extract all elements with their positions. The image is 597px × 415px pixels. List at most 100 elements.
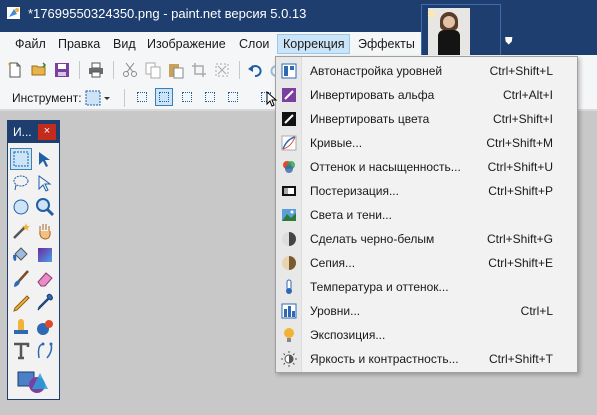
- current-tool-selector[interactable]: [84, 89, 102, 107]
- menu-item-curves[interactable]: Кривые... Ctrl+Shift+M: [276, 131, 577, 155]
- curves-icon: [281, 135, 297, 151]
- paste-icon[interactable]: [167, 61, 185, 79]
- pan-hand-icon[interactable]: [35, 221, 55, 241]
- unsaved-star-icon: ✱: [427, 9, 437, 21]
- paintnet-app-icon: [7, 7, 20, 19]
- menu-item-label: Сепия...: [310, 256, 356, 270]
- posterize-icon: [282, 186, 296, 196]
- menu-file[interactable]: Файл: [10, 34, 51, 54]
- toolbar-separator: [113, 61, 114, 79]
- mouse-cursor-icon: [266, 91, 278, 107]
- paint-bucket-icon[interactable]: [11, 245, 31, 265]
- crop-icon[interactable]: [190, 61, 208, 79]
- clone-stamp-icon[interactable]: [11, 317, 31, 337]
- invert-colors-icon: [282, 112, 296, 126]
- menu-item-label: Автонастройка уровней: [310, 64, 443, 78]
- menu-item-label: Постеризация...: [310, 184, 399, 198]
- selection-mode-intersect[interactable]: [201, 88, 219, 106]
- color-picker-icon[interactable]: [35, 293, 55, 313]
- menu-image[interactable]: Изображение: [142, 34, 231, 54]
- menu-item-hue-saturation[interactable]: Оттенок и насыщенность... Ctrl+Shift+U: [276, 155, 577, 179]
- cut-icon[interactable]: [121, 61, 139, 79]
- deselect-icon[interactable]: [213, 61, 231, 79]
- shield-icon: ⛊: [505, 36, 513, 47]
- adjustments-dropdown-menu: Автонастройка уровней Ctrl+Shift+L Инвер…: [275, 56, 578, 373]
- menu-item-brightness-contrast[interactable]: Яркость и контрастность... Ctrl+Shift+T: [276, 347, 577, 371]
- toolbar-separator: [124, 89, 125, 107]
- title-bar: *17699550324350.png - paint.net версия 5…: [0, 0, 597, 32]
- chevron-down-icon[interactable]: [102, 89, 112, 107]
- text-icon[interactable]: [11, 341, 31, 361]
- print-icon[interactable]: [87, 61, 105, 79]
- hue-saturation-icon: [283, 161, 295, 173]
- menu-item-shortcut: Ctrl+Shift+T: [488, 352, 553, 366]
- menu-item-label: Яркость и контрастность...: [310, 352, 459, 366]
- menu-item-black-white[interactable]: Сделать черно-белым Ctrl+Shift+G: [276, 227, 577, 251]
- new-file-icon[interactable]: [6, 61, 24, 79]
- menu-item-shortcut: Ctrl+Shift+E: [488, 256, 553, 270]
- invert-alpha-icon: [282, 88, 296, 102]
- tools-window: И... ×: [7, 120, 60, 400]
- menu-edit[interactable]: Правка: [53, 34, 105, 54]
- tool-label: Инструмент:: [12, 91, 82, 105]
- menu-effects[interactable]: Эффекты: [353, 34, 420, 54]
- copy-icon[interactable]: [144, 61, 162, 79]
- menu-item-label: Сделать черно-белым: [310, 232, 435, 246]
- selection-mode-xor[interactable]: [224, 88, 242, 106]
- black-white-icon: [282, 232, 296, 246]
- menu-item-shortcut: Ctrl+Shift+L: [489, 64, 553, 78]
- exposure-icon: [284, 328, 294, 342]
- toolbar-separator: [79, 61, 80, 79]
- lasso-select-icon[interactable]: [11, 173, 31, 193]
- auto-level-icon: [281, 63, 297, 79]
- menu-item-label: Температура и оттенок...: [310, 280, 449, 294]
- menu-item-label: Экспозиция...: [310, 328, 386, 342]
- menu-item-invert-colors[interactable]: Инвертировать цвета Ctrl+Shift+I: [276, 107, 577, 131]
- pencil-icon[interactable]: [11, 293, 31, 313]
- menu-item-label: Света и тени...: [310, 208, 392, 222]
- line-curve-icon[interactable]: [35, 341, 55, 361]
- menu-item-auto-level[interactable]: Автонастройка уровней Ctrl+Shift+L: [276, 59, 577, 83]
- menu-item-invert-alpha[interactable]: Инвертировать альфа Ctrl+Alt+I: [276, 83, 577, 107]
- zoom-icon[interactable]: [35, 197, 55, 217]
- magic-wand-icon[interactable]: [11, 221, 31, 241]
- save-icon[interactable]: [53, 61, 71, 79]
- menu-item-label: Уровни...: [310, 304, 361, 318]
- levels-icon: [281, 303, 297, 319]
- recolor-icon[interactable]: [35, 317, 55, 337]
- menu-item-exposure[interactable]: Экспозиция...: [276, 323, 577, 347]
- menu-item-shortcut: Ctrl+Shift+U: [487, 160, 553, 174]
- window-title: *17699550324350.png - paint.net версия 5…: [28, 6, 307, 21]
- ellipse-select-icon[interactable]: [11, 197, 31, 217]
- menu-item-label: Инвертировать цвета: [310, 112, 430, 126]
- rectangle-select-icon[interactable]: [10, 148, 32, 170]
- close-button[interactable]: ×: [38, 124, 56, 140]
- menu-view[interactable]: Вид: [108, 34, 141, 54]
- menu-item-levels[interactable]: Уровни... Ctrl+L: [276, 299, 577, 323]
- temperature-icon: [286, 279, 292, 294]
- move-selected-icon[interactable]: [35, 173, 55, 193]
- menu-bar: Файл Правка Вид Изображение Слои Коррекц…: [0, 32, 421, 55]
- selection-mode-replace[interactable]: [133, 88, 151, 106]
- menu-adjustments[interactable]: Коррекция: [277, 34, 351, 54]
- move-selection-icon[interactable]: [35, 149, 55, 169]
- menu-item-shortcut: Ctrl+Shift+M: [486, 136, 553, 150]
- selection-mode-union[interactable]: [155, 88, 173, 106]
- eraser-icon[interactable]: [35, 269, 55, 289]
- menu-item-shadows-highlights[interactable]: Света и тени...: [276, 203, 577, 227]
- menu-layers[interactable]: Слои: [234, 34, 274, 54]
- paintbrush-icon[interactable]: [11, 269, 31, 289]
- shapes-icon[interactable]: [16, 369, 50, 395]
- menu-item-label: Кривые...: [310, 136, 363, 150]
- sepia-icon: [282, 256, 296, 270]
- gradient-icon[interactable]: [35, 245, 55, 265]
- tools-window-title: И...: [13, 125, 32, 139]
- toolbar-separator: [239, 61, 240, 79]
- menu-item-posterize[interactable]: Постеризация... Ctrl+Shift+P: [276, 179, 577, 203]
- menu-item-sepia[interactable]: Сепия... Ctrl+Shift+E: [276, 251, 577, 275]
- menu-item-temperature[interactable]: Температура и оттенок...: [276, 275, 577, 299]
- tools-window-header[interactable]: И... ×: [8, 121, 59, 143]
- selection-mode-exclude[interactable]: [178, 88, 196, 106]
- open-folder-icon[interactable]: [30, 61, 48, 79]
- undo-icon[interactable]: [246, 61, 264, 79]
